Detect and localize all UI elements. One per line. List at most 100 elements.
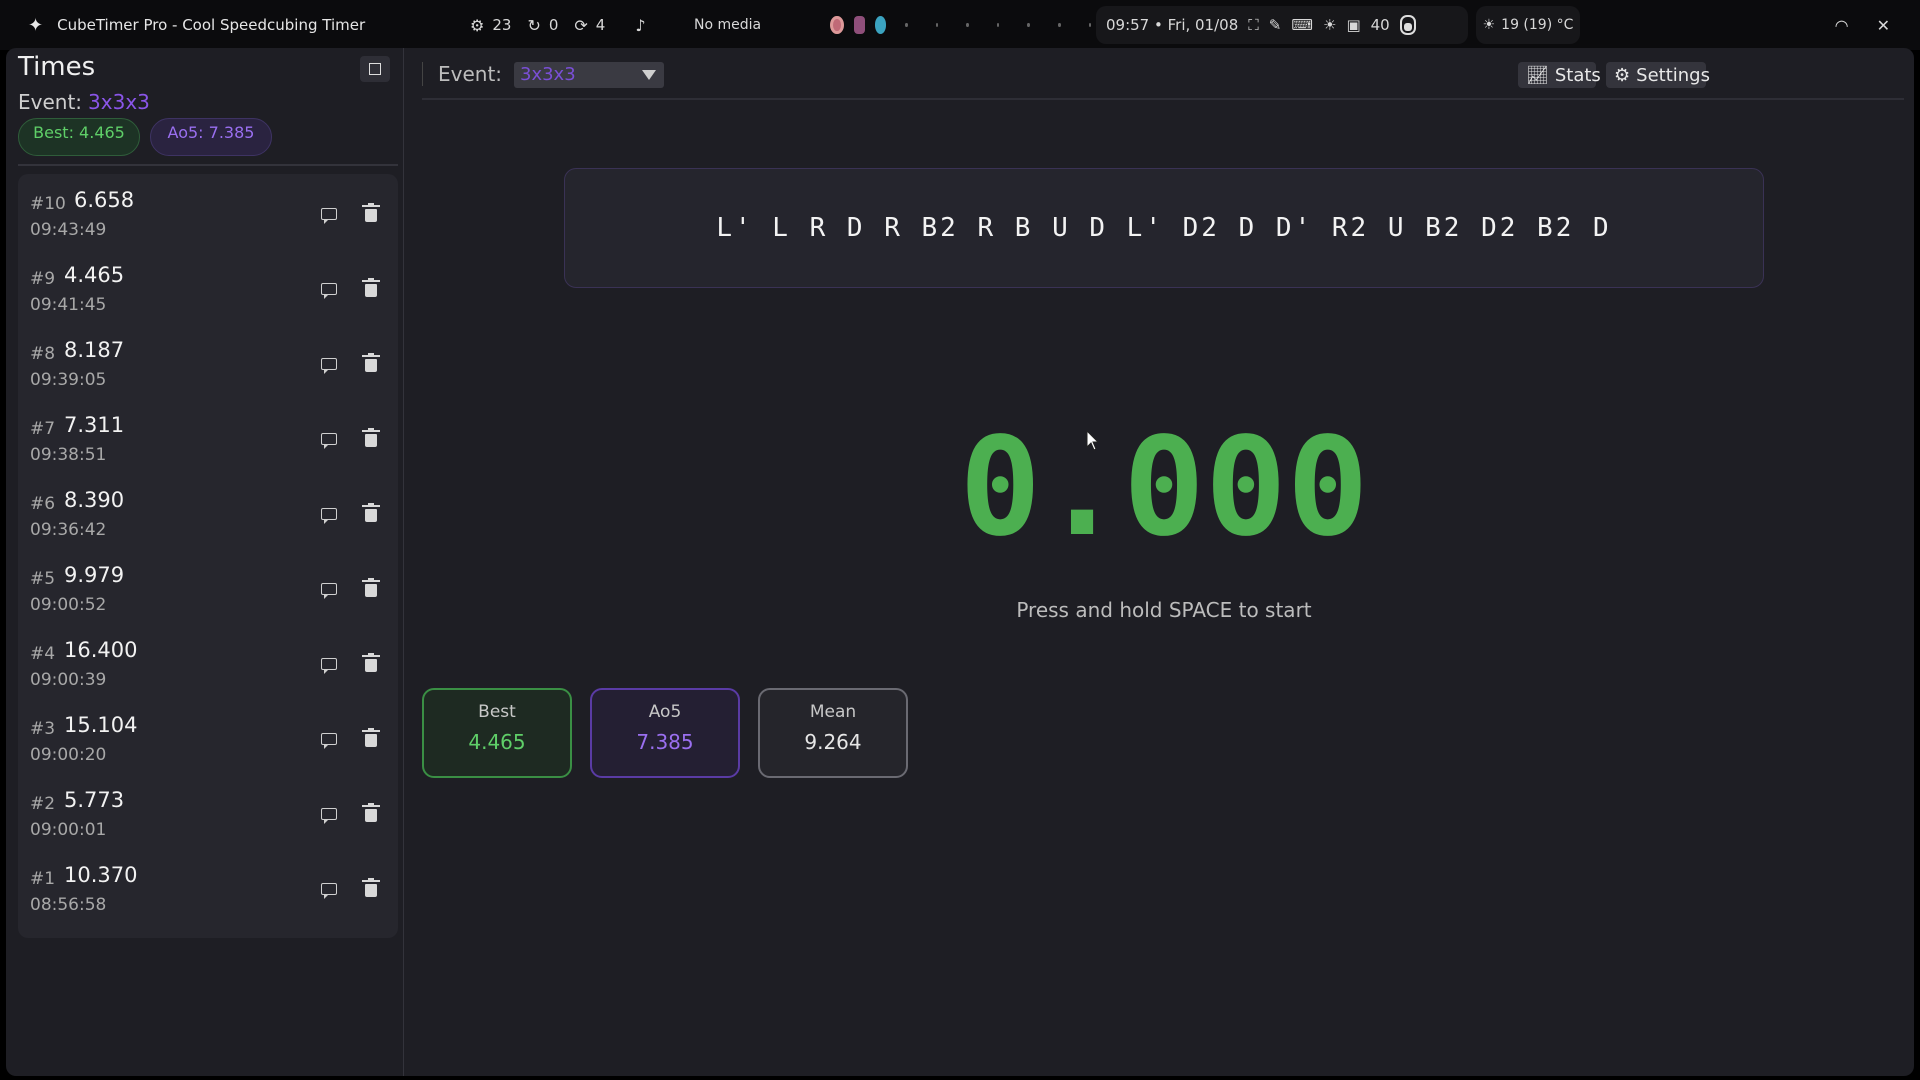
timer-display[interactable]: 0.000 [564,408,1764,568]
toolbar-divider [422,62,423,86]
settings-button-label: Settings [1636,64,1710,86]
solve-time: 9.979 [64,563,125,587]
comment-icon [321,283,337,299]
delete-button[interactable] [358,352,384,376]
counter-value: 23 [492,16,512,34]
workspace-dot[interactable] [996,23,1000,27]
workspace-dot[interactable] [905,23,908,27]
scramble-display: L' L R D R B2 R B U D L' D2 D D' R2 U B2… [564,168,1764,288]
solve-index: #10 [30,194,66,214]
event-select[interactable]: 3x3x3 [514,62,664,88]
time-row[interactable]: #1 10.370 08:56:58 [18,853,398,928]
solve-time: 10.370 [64,863,138,887]
sidebar-event-value: 3x3x3 [88,90,150,114]
ao5-stat-value: 7.385 [636,730,694,754]
delete-button[interactable] [358,202,384,226]
best-badge: Best: 4.465 [18,118,140,156]
solve-index: #9 [30,269,56,289]
comment-button[interactable] [316,502,342,526]
solve-timestamp: 08:56:58 [30,895,107,915]
delete-button[interactable] [358,877,384,901]
music-note-icon[interactable]: ♪ [635,16,645,35]
delete-button[interactable] [358,427,384,451]
solve-time: 5.773 [64,788,125,812]
delete-button[interactable] [358,277,384,301]
time-row[interactable]: #7 7.311 09:38:51 [18,403,398,478]
media-status[interactable]: No media [694,0,761,50]
workspace-dot[interactable] [935,23,939,27]
delete-button[interactable] [358,502,384,526]
counter-value: 0 [548,16,559,34]
solve-index: #1 [30,869,56,889]
time-row[interactable]: #6 8.390 09:36:42 [18,478,398,553]
times-list[interactable]: #10 6.658 09:43:49 #9 4.465 09:41:45 #8 … [18,174,398,938]
trash-icon [362,728,380,747]
keyboard-icon[interactable]: ⌨ [1291,16,1313,34]
settings-button[interactable]: ⚙ Settings [1606,62,1710,88]
comment-button[interactable] [316,877,342,901]
delete-button[interactable] [358,727,384,751]
workspace-dot[interactable] [1027,23,1030,27]
comment-icon [321,583,337,599]
delete-button[interactable] [358,652,384,676]
active-window-info: ✦ CubeTimer Pro - Cool Speedcubing Timer [28,0,365,50]
comment-button[interactable] [316,427,342,451]
solve-timestamp: 09:39:05 [30,370,107,390]
event-label: Event: [438,62,503,86]
event-selected-value: 3x3x3 [520,64,576,85]
time-row[interactable]: #10 6.658 09:43:49 [18,178,398,253]
stats-button[interactable]: 📈︎ Stats [1518,62,1601,88]
divider [18,164,398,166]
time-row[interactable]: #4 16.400 09:00:39 [18,628,398,703]
sync-icon: ↻ [527,15,541,35]
mean-stat-label: Mean [809,702,857,722]
comment-button[interactable] [316,727,342,751]
comment-button[interactable] [316,652,342,676]
time-row[interactable]: #9 4.465 09:41:45 [18,253,398,328]
time-row[interactable]: #5 9.979 09:00:52 [18,553,398,628]
workspace-app-icon[interactable] [830,16,844,34]
solve-timestamp: 09:36:42 [30,520,107,540]
workspace-dot[interactable] [1088,23,1092,27]
workspace-app-icon[interactable] [874,16,887,34]
gear-cycle-icon: ⚙ [470,15,485,35]
mean-stat-value: 9.264 [804,730,862,754]
workspace-dot[interactable] [1057,23,1061,27]
solve-time: 15.104 [64,713,138,737]
comment-icon [321,433,337,449]
bluetooth-off-icon[interactable]: ✕ [1877,16,1890,35]
solve-index: #4 [30,644,56,664]
battery-icon[interactable] [1399,15,1416,35]
time-row[interactable]: #3 15.104 09:00:20 [18,703,398,778]
time-row[interactable]: #2 5.773 09:00:01 [18,778,398,853]
wifi-icon[interactable]: ◠ [1835,16,1849,35]
trash-icon [362,353,380,372]
comment-button[interactable] [316,577,342,601]
comment-button[interactable] [316,802,342,826]
display-icon[interactable]: ▣ [1346,16,1360,34]
solve-timestamp: 09:00:20 [30,745,107,765]
delete-button[interactable] [358,802,384,826]
delete-button[interactable] [358,577,384,601]
pen-icon[interactable]: ✎ [1269,16,1282,34]
fullscreen-icon[interactable]: ⛶ [1248,16,1259,34]
solve-timestamp: 09:00:52 [30,595,107,615]
times-sidebar: Times Event: 3x3x3 Best: 4.465 Ao5: 7.385… [6,48,404,1076]
main-toolbar: Event: 3x3x3 📈︎ Stats ⚙ Settings [404,48,1914,98]
maximize-icon [369,63,381,75]
workspace-dot[interactable] [966,23,969,27]
comment-button[interactable] [316,277,342,301]
time-row[interactable]: #8 8.187 09:39:05 [18,328,398,403]
solve-index: #6 [30,494,56,514]
ao5-stat-label: Ao5 [648,702,682,722]
comment-button[interactable] [316,202,342,226]
comment-icon [321,733,337,749]
brightness-icon[interactable]: ☀ [1323,16,1336,34]
comment-button[interactable] [316,352,342,376]
maximize-button[interactable] [360,56,390,82]
solve-time: 4.465 [64,263,125,287]
weather-widget[interactable]: ☀ 19 (19) °C [1476,6,1580,44]
clock[interactable]: 09:57 • Fri, 01/08 [1106,16,1238,34]
workspace-app-icon[interactable] [853,16,865,34]
sparkle-icon[interactable]: ✦ [28,15,43,36]
